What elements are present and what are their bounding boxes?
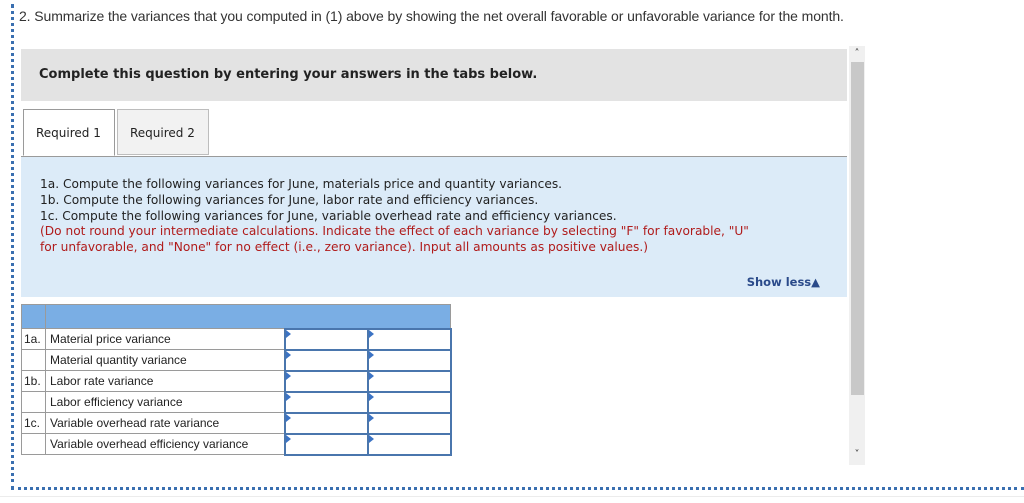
input-marker-icon [368,413,374,422]
instruction-bar: Complete this question by entering your … [21,49,847,101]
scrollbar-thumb[interactable] [851,62,864,395]
input-marker-icon [368,392,374,401]
input-marker-icon [368,371,374,380]
effect-select[interactable] [366,411,452,435]
instruction-note-line-1: (Do not round your intermediate calculat… [40,224,749,239]
instructions-panel: 1a. Compute the following variances for … [21,157,847,297]
tab-required-1[interactable]: Required 1 [23,109,115,156]
row-prefix [21,433,46,455]
input-marker-icon [285,434,291,443]
amount-input[interactable] [283,348,369,372]
table-row: Material quantity variance [21,348,452,372]
input-marker-icon [285,350,291,359]
tab-required-2[interactable]: Required 2 [117,109,209,155]
chevron-down-icon[interactable]: ˅ [849,447,865,463]
table-row: Labor efficiency variance [21,390,452,414]
amount-input[interactable] [283,369,369,393]
effect-select[interactable] [366,369,452,393]
row-prefix: 1b. [21,370,46,392]
show-less-label: Show less [746,275,812,289]
effect-select[interactable] [366,348,452,372]
header-cell [45,304,451,329]
table-row: Variable overhead efficiency variance [21,432,452,456]
divider [0,496,1024,497]
input-marker-icon [285,392,291,401]
row-label: Labor efficiency variance [45,391,285,413]
variance-answer-table: 1a. Material price variance Material qua… [21,304,452,456]
row-prefix [21,349,46,371]
table-header-row [21,304,451,329]
header-cell [21,304,46,329]
effect-select[interactable] [366,432,452,456]
row-prefix: 1c. [21,412,46,434]
row-label: Material price variance [45,328,285,350]
amount-input[interactable] [283,390,369,414]
row-prefix: 1a. [21,328,46,350]
amount-input[interactable] [283,327,369,351]
show-less-link[interactable]: Show less▲ [747,275,820,291]
question-scroll-area: Complete this question by entering your … [14,46,850,464]
instruction-line-1a: 1a. Compute the following variances for … [40,177,563,191]
instruction-note-line-2: for unfavorable, and "None" for no effec… [40,240,648,255]
instruction-line-1c: 1c. Compute the following variances for … [40,208,617,223]
row-label: Material quantity variance [45,349,285,371]
tab-bar: Required 1 Required 2 [21,109,847,157]
question-text: 2. Summarize the variances that you comp… [19,8,844,24]
input-marker-icon [368,434,374,443]
input-marker-icon [368,350,374,359]
row-label: Variable overhead efficiency variance [45,433,285,455]
triangle-up-icon: ▲ [811,275,820,289]
table-row: 1b. Labor rate variance [21,369,452,393]
amount-input[interactable] [283,432,369,456]
input-marker-icon [285,413,291,422]
row-prefix [21,391,46,413]
vertical-scrollbar[interactable]: ˄ ˅ [849,46,865,465]
input-marker-icon [368,329,374,338]
row-label: Labor rate variance [45,370,285,392]
instruction-line-1b: 1b. Compute the following variances for … [40,192,539,207]
chevron-up-icon[interactable]: ˄ [849,46,865,62]
input-marker-icon [285,371,291,380]
instruction-text: Complete this question by entering your … [39,67,538,82]
effect-select[interactable] [366,390,452,414]
amount-input[interactable] [283,411,369,435]
input-marker-icon [285,329,291,338]
effect-select[interactable] [366,327,452,351]
table-row: 1a. Material price variance [21,327,452,351]
row-label: Variable overhead rate variance [45,412,285,434]
table-row: 1c. Variable overhead rate variance [21,411,452,435]
